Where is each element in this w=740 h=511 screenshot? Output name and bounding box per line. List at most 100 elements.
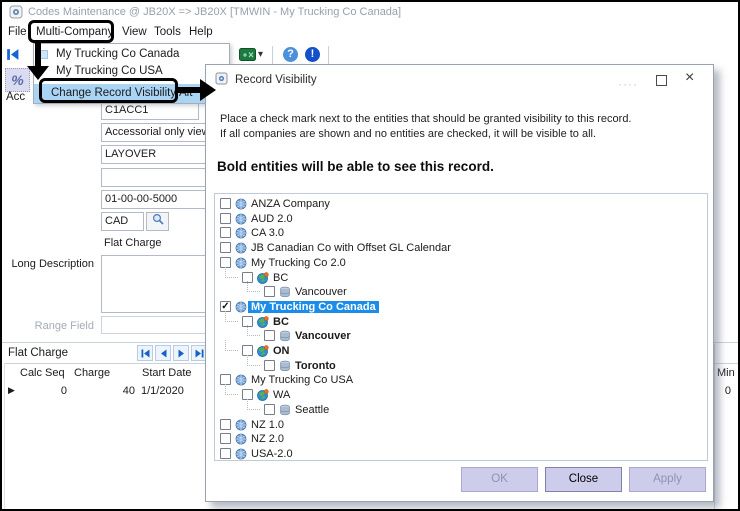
screenshot-frame: Codes Maintenance @ JB20X => JB20X [TMWI… (0, 0, 740, 511)
annotation-box-change-record-visibility (39, 78, 178, 103)
tree-connector (247, 325, 260, 336)
company-globe-icon (235, 433, 247, 445)
entity-label: AUD 2.0 (248, 213, 296, 225)
entity-checkbox[interactable] (264, 404, 275, 415)
entity-label: BC (270, 272, 291, 284)
bold-entities-note: Bold entities will be able to see this r… (217, 159, 494, 174)
tree-item[interactable]: My Trucking Co 2.0 (215, 256, 707, 271)
city-table-icon (279, 404, 291, 416)
entity-checkbox[interactable] (220, 227, 231, 238)
entity-label: NZ 2.0 (248, 433, 287, 445)
grid-header-min-charge: Min C (717, 367, 739, 379)
tree-item[interactable]: JB Canadian Co with Offset GL Calendar (215, 241, 707, 256)
tree-item[interactable]: Toronto (215, 359, 707, 374)
company-globe-icon (235, 198, 247, 210)
tree-item[interactable]: USA-2.0 (215, 447, 707, 461)
flat-charge-nav (137, 345, 207, 361)
tree-item[interactable]: WA (215, 388, 707, 403)
window-title: Codes Maintenance @ JB20X => JB20X [TMWI… (28, 6, 401, 18)
help-icon[interactable]: ? (283, 47, 298, 62)
tree-item[interactable]: AUD 2.0 (215, 212, 707, 227)
tree-item[interactable]: CA 3.0 (215, 226, 707, 241)
tab-accessorial[interactable]: Acc (6, 91, 25, 103)
instruction-line-1: Place a check mark next to the entities … (220, 113, 632, 125)
entity-checkbox[interactable] (220, 213, 231, 224)
city-table-icon (279, 286, 291, 298)
entity-label: ANZA Company (248, 198, 333, 210)
menu-item-company-canada[interactable]: My Trucking Co Canada (34, 46, 229, 63)
city-table-icon (279, 360, 291, 372)
menu-file[interactable]: File (8, 26, 27, 38)
dialog-title: Record Visibility (235, 74, 317, 86)
row-marker-icon: ▶ (8, 385, 15, 396)
currency-lookup-button[interactable] (146, 212, 169, 231)
city-table-icon (279, 330, 291, 342)
tree-item[interactable]: BC (215, 271, 707, 286)
menu-view[interactable]: View (122, 26, 147, 38)
tree-item[interactable]: Vancouver (215, 285, 707, 300)
dropdown-caret-icon[interactable]: ▾ (258, 49, 263, 60)
tree-connector (247, 355, 260, 366)
tree-item[interactable]: ANZA Company (215, 197, 707, 212)
entity-label: ON (270, 345, 293, 357)
grid-header-start-date: Start Date (142, 367, 192, 379)
info-icon[interactable]: ! (305, 47, 320, 62)
entity-checkbox[interactable] (220, 433, 231, 444)
tree-item[interactable]: NZ 1.0 (215, 418, 707, 433)
apply-button[interactable]: Apply (629, 467, 706, 492)
grid-cell-min-charge[interactable]: 0 (717, 385, 731, 397)
tree-item[interactable]: Vancouver (215, 329, 707, 344)
entity-label: CA 3.0 (248, 227, 287, 239)
record-visibility-dialog: Record Visibility ···· × Place a check m… (205, 64, 714, 502)
entity-label: JB Canadian Co with Offset GL Calendar (248, 242, 454, 254)
entity-label: Seattle (292, 404, 332, 416)
toolbar-separator (328, 46, 329, 64)
menu-item-label: My Trucking Co USA (56, 65, 163, 77)
grid-cell-calc-seq[interactable]: 0 (47, 385, 67, 397)
entity-checkbox[interactable] (264, 330, 275, 341)
company-globe-icon (235, 419, 247, 431)
grid-cell-start-date[interactable]: 1/1/2020 (141, 385, 184, 397)
currency-input[interactable]: CAD (101, 212, 144, 231)
main-titlebar: Codes Maintenance @ JB20X => JB20X [TMWI… (2, 2, 738, 22)
tree-item[interactable]: ✓My Trucking Co Canada (215, 300, 707, 315)
menu-tools[interactable]: Tools (154, 26, 181, 38)
dialog-icon (215, 72, 228, 90)
entity-checkbox[interactable] (220, 448, 231, 459)
long-description-label: Long Description (2, 258, 94, 270)
annotation-arrow-down (35, 43, 41, 68)
close-icon[interactable]: × (685, 69, 694, 87)
maximize-icon[interactable] (656, 75, 667, 86)
tree-connector (225, 340, 238, 351)
entity-label: My Trucking Co 2.0 (248, 257, 349, 269)
entity-checkbox[interactable] (264, 360, 275, 371)
entity-label: My Trucking Co Canada (248, 301, 379, 313)
entity-label: My Trucking Co USA (248, 374, 356, 386)
first-record-icon[interactable] (137, 345, 153, 361)
tree-item[interactable]: BC (215, 315, 707, 330)
tree-item[interactable]: My Trucking Co USA (215, 373, 707, 388)
tree-item[interactable]: Seattle (215, 403, 707, 418)
annotation-box-multi-company (28, 20, 114, 43)
close-button[interactable]: Close (545, 467, 622, 492)
grid-header-calc-seq: Calc Seq (20, 367, 65, 379)
menu-item-label: My Trucking Co Canada (56, 48, 179, 60)
tree-item[interactable]: ON (215, 344, 707, 359)
menu-help[interactable]: Help (189, 26, 213, 38)
next-record-icon[interactable] (173, 345, 189, 361)
entity-checkbox[interactable] (220, 198, 231, 209)
entity-label: Vancouver (292, 286, 350, 298)
entity-label: WA (270, 389, 293, 401)
entity-checkbox[interactable] (220, 419, 231, 430)
entity-checkbox[interactable] (220, 242, 231, 253)
first-record-nav-icon[interactable] (5, 47, 20, 67)
flat-charge-section-title: Flat Charge (8, 347, 68, 359)
grid-cell-charge[interactable]: 40 (112, 385, 135, 397)
entity-checkbox[interactable] (264, 286, 275, 297)
company-globe-icon (235, 242, 247, 254)
tree-connector (225, 384, 238, 395)
prev-record-icon[interactable] (155, 345, 171, 361)
minimize-icon[interactable]: ···· (618, 77, 638, 91)
ok-button[interactable]: OK (461, 467, 538, 492)
tree-item[interactable]: NZ 2.0 (215, 432, 707, 447)
